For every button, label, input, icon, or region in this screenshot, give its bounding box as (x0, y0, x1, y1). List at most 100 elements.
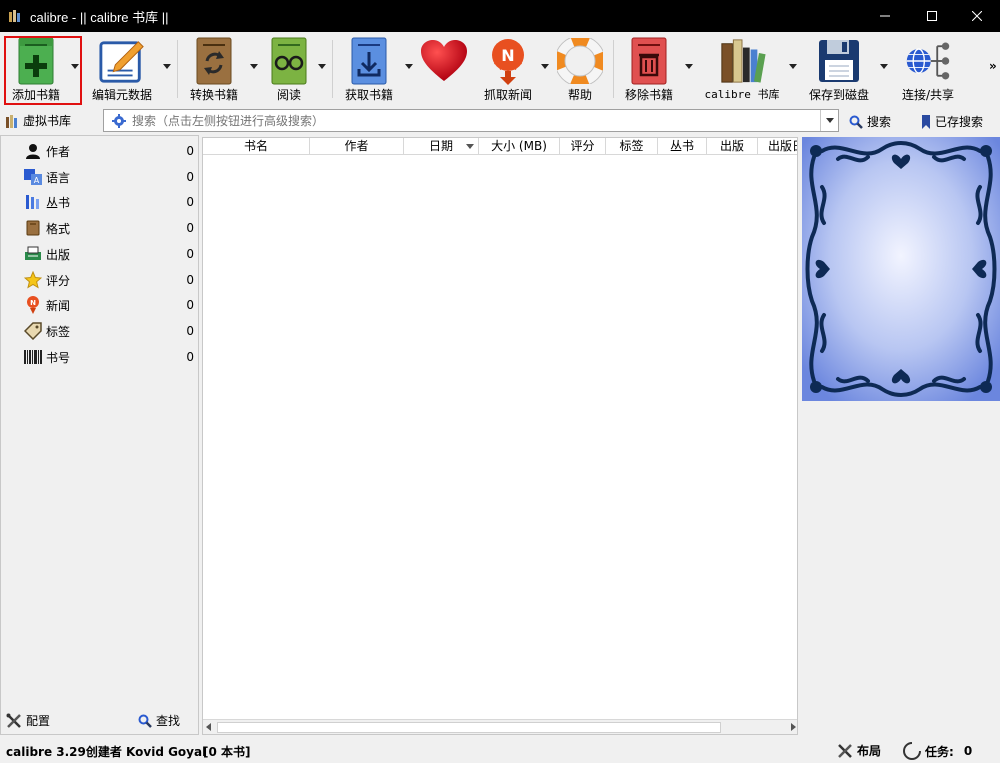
title-bar: calibre - || calibre 书库 || (0, 0, 1000, 32)
news-icon: N (24, 296, 42, 314)
configure-button[interactable]: 配置 (6, 712, 50, 729)
tag-browser-item-series[interactable]: 丛书 0 (24, 191, 194, 213)
view-label: 阅读 (276, 88, 301, 102)
save-to-disk-dropdown[interactable] (880, 64, 888, 69)
maximize-button[interactable] (909, 0, 955, 32)
search-history-dropdown[interactable] (820, 110, 838, 131)
column-header-pubdate[interactable]: 出版日 (758, 138, 797, 155)
saved-searches-button[interactable]: 已存搜索 (921, 113, 983, 130)
find-label: 查找 (156, 714, 181, 728)
tag-browser-item-news[interactable]: N 新闻 0 (24, 294, 194, 316)
network-globe-icon (904, 35, 952, 87)
tag-icon (24, 322, 42, 340)
saved-searches-label: 已存搜索 (935, 115, 984, 129)
column-header-label: 作者 (344, 139, 369, 153)
get-books-button[interactable]: 获取书籍 (340, 35, 398, 105)
column-header-date[interactable]: 日期 (404, 138, 479, 155)
horizontal-scrollbar[interactable] (203, 719, 797, 734)
column-header-publisher[interactable]: 出版 (707, 138, 758, 155)
column-header-title[interactable]: 书名 (203, 138, 310, 155)
remove-books-button[interactable]: 移除书籍 (620, 35, 678, 105)
tag-browser-item-count: 0 (186, 273, 194, 287)
tag-browser-item-languages[interactable]: A 语言 0 (24, 166, 194, 188)
column-header-label: 出版日 (768, 139, 797, 153)
jobs-button[interactable]: 任务: 0 (903, 742, 972, 760)
tag-browser-item-count: 0 (186, 144, 194, 158)
tag-browser-item-label: 新闻 (46, 298, 71, 313)
chevron-down-icon (825, 118, 834, 123)
tools-icon (838, 743, 852, 758)
find-button[interactable]: 查找 (138, 712, 180, 729)
donate-button[interactable] (418, 35, 470, 105)
help-button[interactable]: 帮助 (555, 35, 605, 105)
tag-browser-item-count: 0 (186, 324, 194, 338)
tag-browser-item-rating[interactable]: 评分 0 (24, 269, 194, 291)
column-header-series[interactable]: 丛书 (658, 138, 707, 155)
tag-browser-item-label: 书号 (46, 350, 71, 365)
lifebuoy-icon (556, 35, 604, 87)
save-to-disk-button[interactable]: 保存到磁盘 (806, 35, 872, 105)
search-button-label: 搜索 (867, 115, 892, 129)
tag-browser-item-authors[interactable]: 作者 0 (24, 140, 194, 162)
scroll-right-arrow-icon[interactable] (791, 723, 796, 731)
book-cover-preview (802, 137, 1000, 401)
fetch-news-button[interactable]: N 抓取新闻 (478, 35, 538, 105)
jobs-label: 任务: (925, 744, 954, 759)
advanced-search-gear-icon[interactable] (112, 113, 126, 128)
bookmark-icon (922, 114, 930, 129)
search-bar: 虚拟书库 搜索 已存搜索 (0, 107, 1000, 135)
fetch-news-label: 抓取新闻 (483, 88, 532, 102)
book-list[interactable]: 书名 作者 日期 大小 (MB) 评分 标签 丛书 出版 出版日 (202, 137, 798, 735)
search-icon (138, 714, 152, 728)
view-dropdown[interactable] (318, 64, 326, 69)
layout-button[interactable]: 布局 (837, 742, 881, 759)
minimize-button[interactable] (862, 0, 908, 32)
view-button[interactable]: 阅读 (264, 35, 314, 105)
column-header-tags[interactable]: 标签 (606, 138, 658, 155)
news-icon: N (484, 35, 532, 87)
tag-browser-item-label: 评分 (46, 273, 71, 288)
edit-metadata-button[interactable]: 编辑元数据 (90, 35, 154, 105)
column-header-authors[interactable]: 作者 (310, 138, 404, 155)
minimize-icon (880, 15, 890, 17)
tag-browser-item-tags[interactable]: 标签 0 (24, 320, 194, 342)
toolbar-separator (613, 40, 614, 98)
maximize-icon (927, 11, 937, 21)
user-icon (24, 142, 42, 160)
remove-books-label: 移除书籍 (624, 88, 673, 102)
column-header-rating[interactable]: 评分 (560, 138, 606, 155)
toolbar-overflow-button[interactable]: » (989, 59, 997, 73)
fetch-news-dropdown[interactable] (541, 64, 549, 69)
remove-books-dropdown[interactable] (685, 64, 693, 69)
get-books-dropdown[interactable] (405, 64, 413, 69)
search-field[interactable] (103, 109, 839, 132)
scrollbar-thumb[interactable] (217, 722, 721, 733)
edit-metadata-label: 编辑元数据 (91, 88, 152, 102)
connect-share-button[interactable]: 连接/共享 (896, 35, 960, 105)
tag-browser-item-label: 丛书 (46, 195, 71, 210)
tag-browser-item-identifiers[interactable]: 书号 0 (24, 346, 194, 368)
save-to-disk-label: 保存到磁盘 (808, 88, 869, 102)
convert-books-button[interactable]: 转换书籍 (186, 35, 242, 105)
sort-descending-icon (466, 144, 474, 149)
column-header-label: 出版 (719, 139, 744, 153)
search-input[interactable] (132, 113, 820, 128)
tag-browser-item-publishers[interactable]: 出版 0 (24, 243, 194, 265)
svg-text:A: A (34, 176, 40, 185)
column-header-label: 评分 (570, 139, 595, 153)
close-button[interactable] (954, 0, 1000, 32)
remove-book-icon (625, 35, 673, 87)
edit-metadata-dropdown[interactable] (163, 64, 171, 69)
tag-browser-item-label: 格式 (46, 221, 71, 236)
virtual-library-button[interactable]: 虚拟书库 (6, 112, 71, 129)
tag-browser-item-formats[interactable]: 格式 0 (24, 217, 194, 239)
spinner-icon (903, 742, 921, 760)
calibre-logo-icon (9, 10, 20, 22)
library-button[interactable]: calibre 书库 (703, 35, 781, 105)
library-dropdown[interactable] (789, 64, 797, 69)
search-icon (849, 115, 863, 129)
scroll-left-arrow-icon[interactable] (206, 723, 211, 731)
convert-books-dropdown[interactable] (250, 64, 258, 69)
column-header-size[interactable]: 大小 (MB) (479, 138, 560, 155)
search-button[interactable]: 搜索 (849, 113, 891, 130)
